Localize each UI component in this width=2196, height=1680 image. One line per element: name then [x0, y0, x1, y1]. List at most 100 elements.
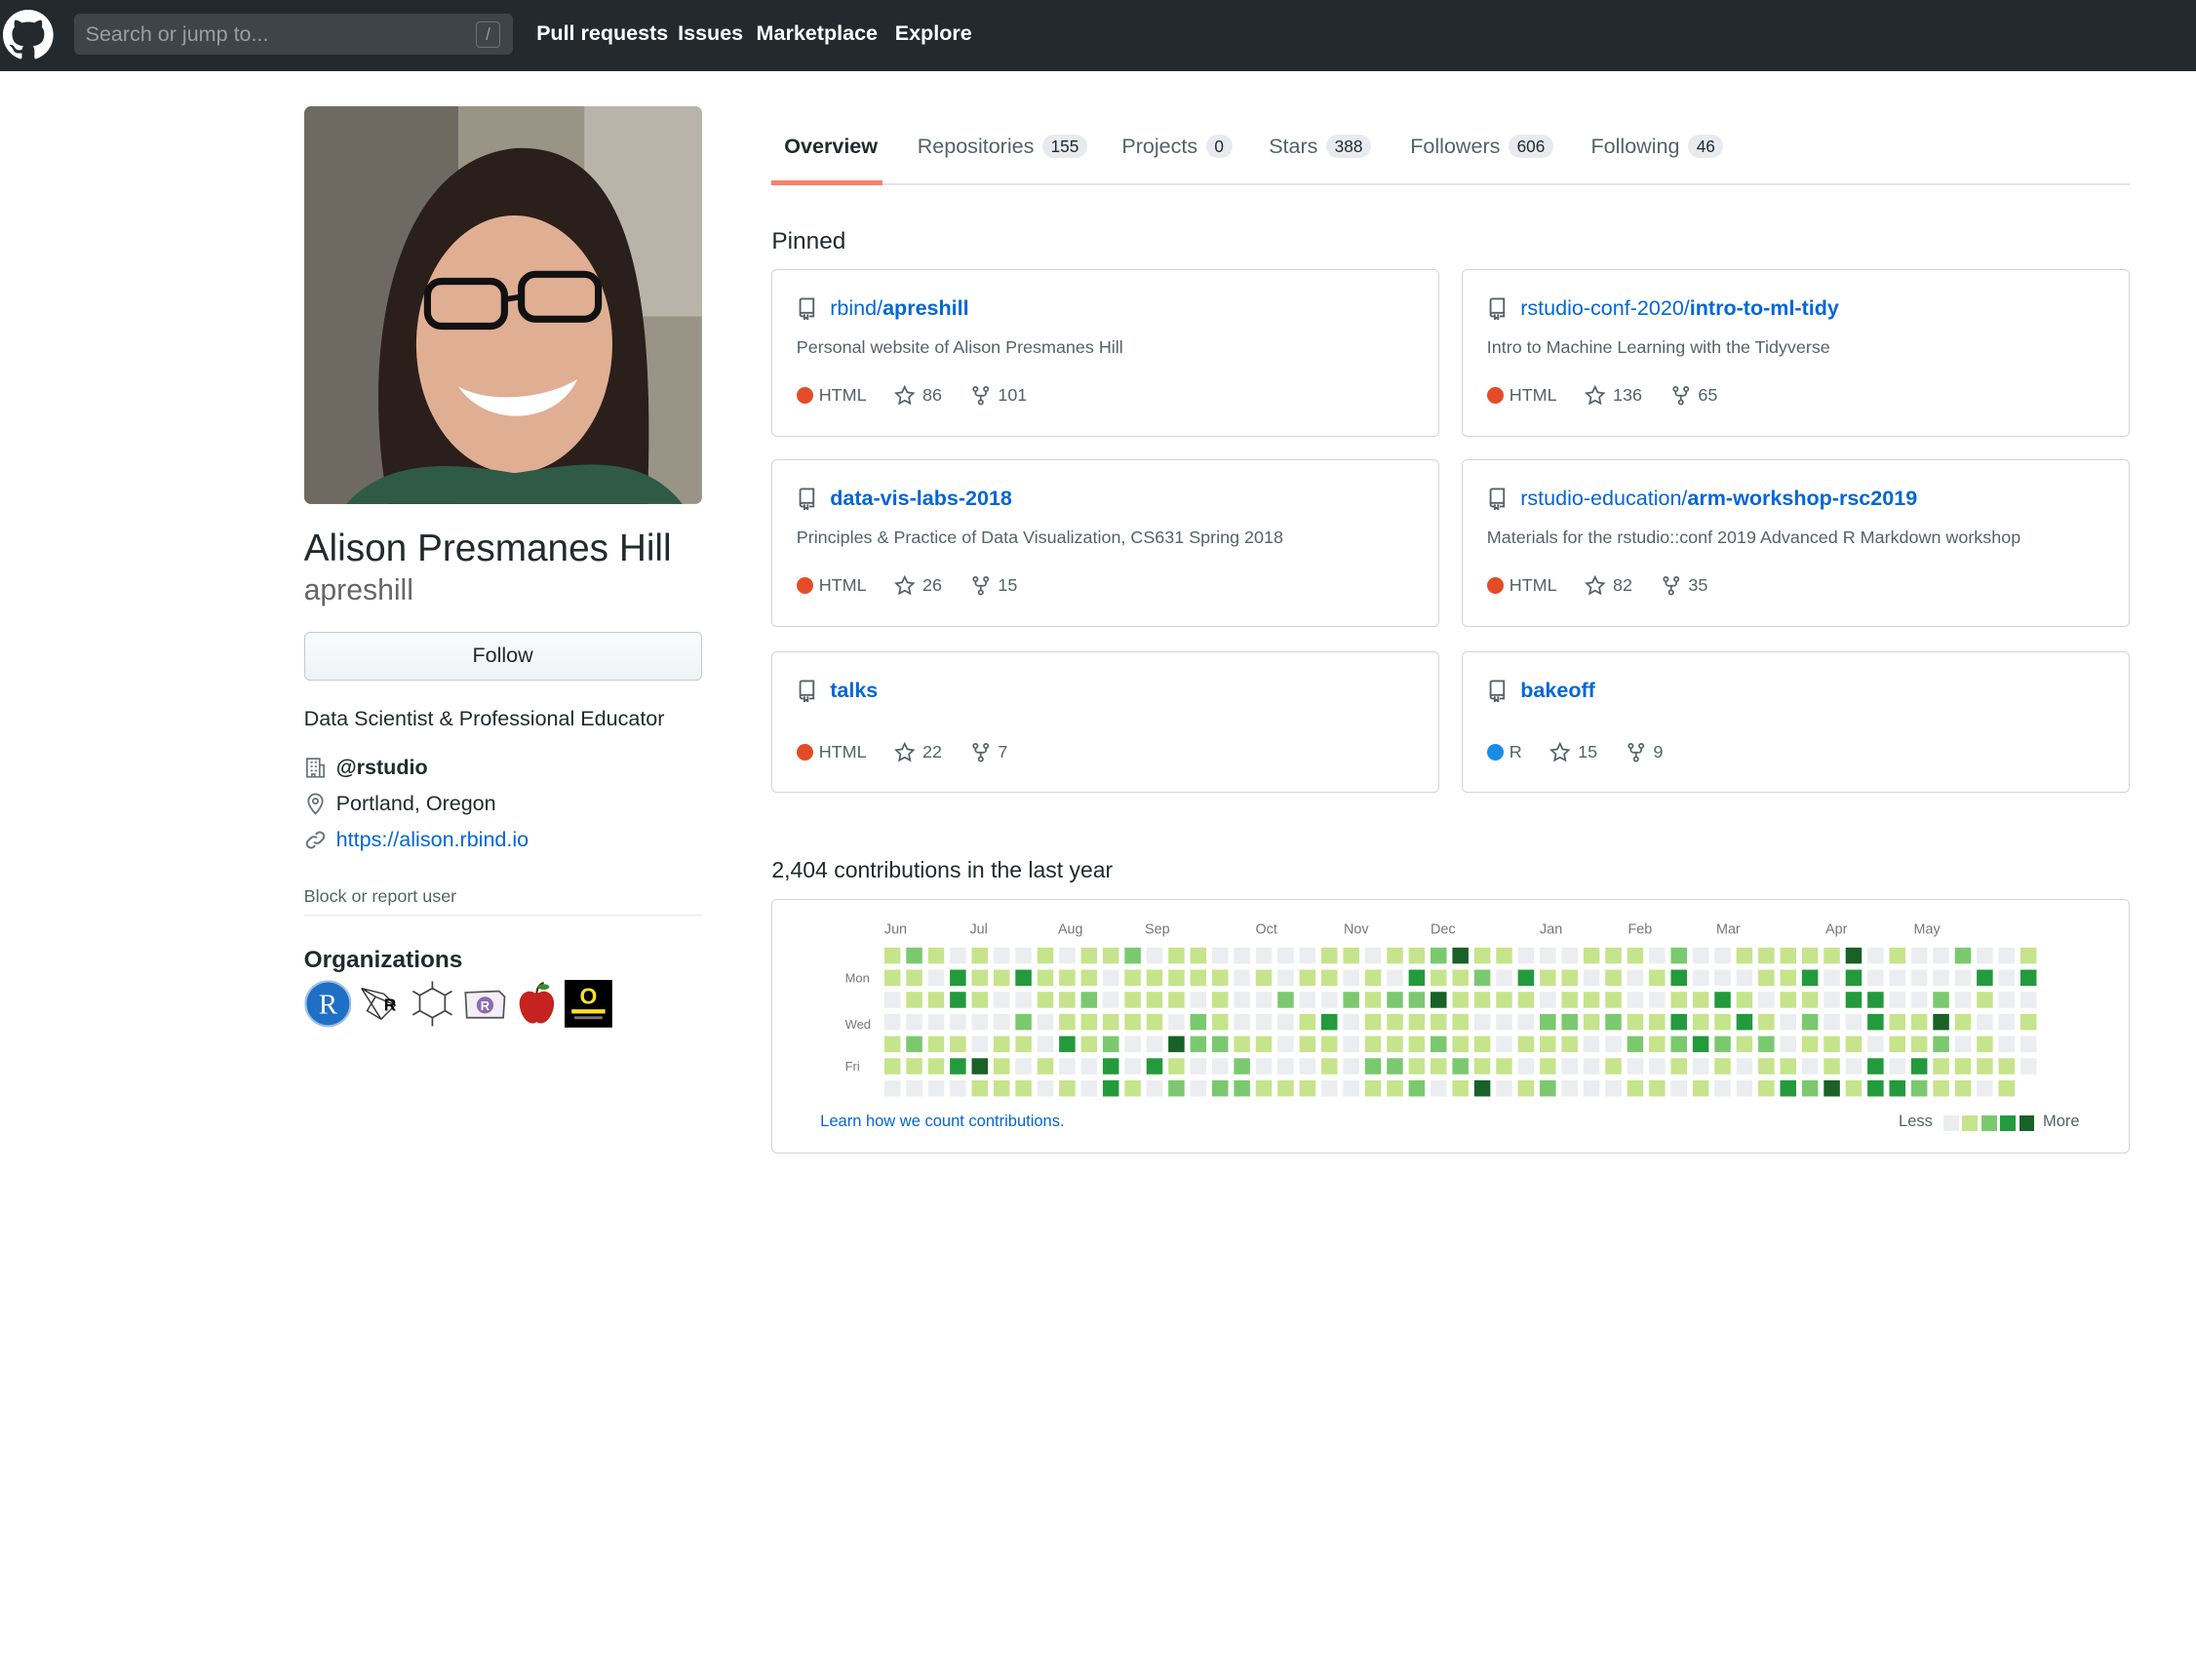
contribution-day[interactable]: [1452, 1080, 1470, 1097]
contribution-day[interactable]: [1517, 992, 1535, 1008]
contribution-day[interactable]: [1147, 992, 1163, 1008]
contribution-day[interactable]: [1846, 1013, 1863, 1031]
contribution-day[interactable]: [906, 947, 923, 964]
tab-repositories[interactable]: Repositories 155: [918, 135, 1087, 159]
contribution-day[interactable]: [1802, 1035, 1819, 1053]
contribution-day[interactable]: [1343, 1035, 1360, 1053]
contribution-day[interactable]: [1256, 1058, 1273, 1074]
contribution-day[interactable]: [1737, 1035, 1753, 1053]
contribution-day[interactable]: [1343, 1080, 1360, 1097]
contribution-day[interactable]: [1147, 1058, 1163, 1074]
contribution-day[interactable]: [1977, 1035, 1993, 1053]
tab-projects[interactable]: Projects 0: [1121, 135, 1233, 159]
contribution-day[interactable]: [1059, 1058, 1076, 1074]
contribution-day[interactable]: [1038, 969, 1054, 987]
contribution-day[interactable]: [1977, 969, 1993, 987]
contribution-day[interactable]: [1321, 1035, 1338, 1053]
contribution-day[interactable]: [994, 1080, 1010, 1097]
contribution-day[interactable]: [1867, 1080, 1884, 1097]
contribution-day[interactable]: [1714, 1035, 1732, 1053]
repo-stars[interactable]: 26: [894, 574, 942, 597]
contribution-day[interactable]: [1212, 1013, 1229, 1031]
contribution-day[interactable]: [1584, 1058, 1600, 1074]
contribution-day[interactable]: [1780, 969, 1797, 987]
contribution-day[interactable]: [1561, 1013, 1579, 1031]
contribution-day[interactable]: [1780, 992, 1797, 1008]
contribution-day[interactable]: [1561, 1035, 1579, 1053]
contribution-day[interactable]: [1584, 1013, 1600, 1031]
org-apple-logo-icon[interactable]: [513, 980, 561, 1028]
contribution-day[interactable]: [1496, 1058, 1513, 1074]
contribution-day[interactable]: [1737, 969, 1753, 987]
contribution-day[interactable]: [1103, 1035, 1119, 1053]
contribution-day[interactable]: [1627, 947, 1644, 964]
contribution-day[interactable]: [1277, 969, 1295, 987]
contribution-day[interactable]: [1846, 1080, 1863, 1097]
contribution-day[interactable]: [1059, 1035, 1076, 1053]
contribution-day[interactable]: [994, 969, 1010, 987]
contribution-day[interactable]: [1387, 969, 1404, 987]
contribution-day[interactable]: [950, 1035, 966, 1053]
contribution-day[interactable]: [1802, 969, 1819, 987]
contribution-day[interactable]: [1714, 1058, 1732, 1074]
contribution-day[interactable]: [1758, 1013, 1775, 1031]
contribution-day[interactable]: [1561, 992, 1579, 1008]
contribution-day[interactable]: [1474, 1080, 1491, 1097]
contribution-day[interactable]: [1080, 992, 1098, 1008]
contribution-day[interactable]: [994, 1035, 1010, 1053]
contribution-day[interactable]: [1649, 1035, 1666, 1053]
contribution-day[interactable]: [1737, 947, 1753, 964]
contribution-day[interactable]: [1015, 947, 1033, 964]
contribution-day[interactable]: [1147, 1035, 1163, 1053]
contribution-day[interactable]: [1627, 992, 1644, 1008]
contribution-day[interactable]: [1408, 1058, 1426, 1074]
contribution-day[interactable]: [1933, 947, 1950, 964]
contribution-day[interactable]: [1627, 1035, 1644, 1053]
contribution-day[interactable]: [1408, 947, 1426, 964]
contribution-day[interactable]: [1540, 992, 1556, 1008]
contribution-day[interactable]: [1321, 947, 1338, 964]
contribution-day[interactable]: [1496, 1035, 1513, 1053]
contribution-day[interactable]: [1627, 1013, 1644, 1031]
repo-link[interactable]: bakeoff: [1487, 679, 1595, 703]
contribution-day[interactable]: [1321, 1013, 1338, 1031]
contribution-day[interactable]: [1605, 969, 1623, 987]
contribution-day[interactable]: [1496, 969, 1513, 987]
contribution-day[interactable]: [928, 992, 945, 1008]
contribution-day[interactable]: [1714, 947, 1732, 964]
contribution-day[interactable]: [2020, 947, 2037, 964]
contribution-day[interactable]: [1277, 1080, 1295, 1097]
contribution-day[interactable]: [1015, 992, 1033, 1008]
contribution-day[interactable]: [1933, 969, 1950, 987]
contribution-day[interactable]: [1714, 1013, 1732, 1031]
contribution-day[interactable]: [1277, 1035, 1295, 1053]
contribution-day[interactable]: [1846, 992, 1863, 1008]
block-report-link[interactable]: Block or report user: [304, 886, 457, 907]
contribution-day[interactable]: [1867, 1035, 1884, 1053]
contribution-day[interactable]: [1670, 1080, 1688, 1097]
contribution-day[interactable]: [1387, 947, 1404, 964]
contribution-day[interactable]: [1299, 1058, 1316, 1074]
repo-link[interactable]: talks: [797, 679, 878, 703]
contribution-day[interactable]: [1080, 947, 1098, 964]
contribution-day[interactable]: [1977, 1013, 1993, 1031]
contribution-day[interactable]: [1758, 992, 1775, 1008]
contribution-day[interactable]: [1955, 992, 1972, 1008]
contribution-day[interactable]: [884, 1035, 901, 1053]
contribution-day[interactable]: [1933, 1013, 1950, 1031]
contribution-day[interactable]: [1867, 1013, 1884, 1031]
contribution-day[interactable]: [1998, 1013, 2016, 1031]
contribution-day[interactable]: [1059, 1013, 1076, 1031]
tab-followers[interactable]: Followers 606: [1410, 135, 1553, 159]
org-molecule-logo-icon[interactable]: [409, 980, 456, 1028]
contribution-day[interactable]: [1802, 1080, 1819, 1097]
contribution-day[interactable]: [1889, 1013, 1906, 1031]
contribution-day[interactable]: [1802, 1013, 1819, 1031]
contribution-day[interactable]: [1387, 1035, 1404, 1053]
contribution-day[interactable]: [1059, 947, 1076, 964]
contribution-day[interactable]: [1212, 1058, 1229, 1074]
contribution-day[interactable]: [1758, 947, 1775, 964]
contribution-day[interactable]: [1584, 1080, 1600, 1097]
contribution-day[interactable]: [1670, 1035, 1688, 1053]
contribution-day[interactable]: [1365, 1080, 1382, 1097]
